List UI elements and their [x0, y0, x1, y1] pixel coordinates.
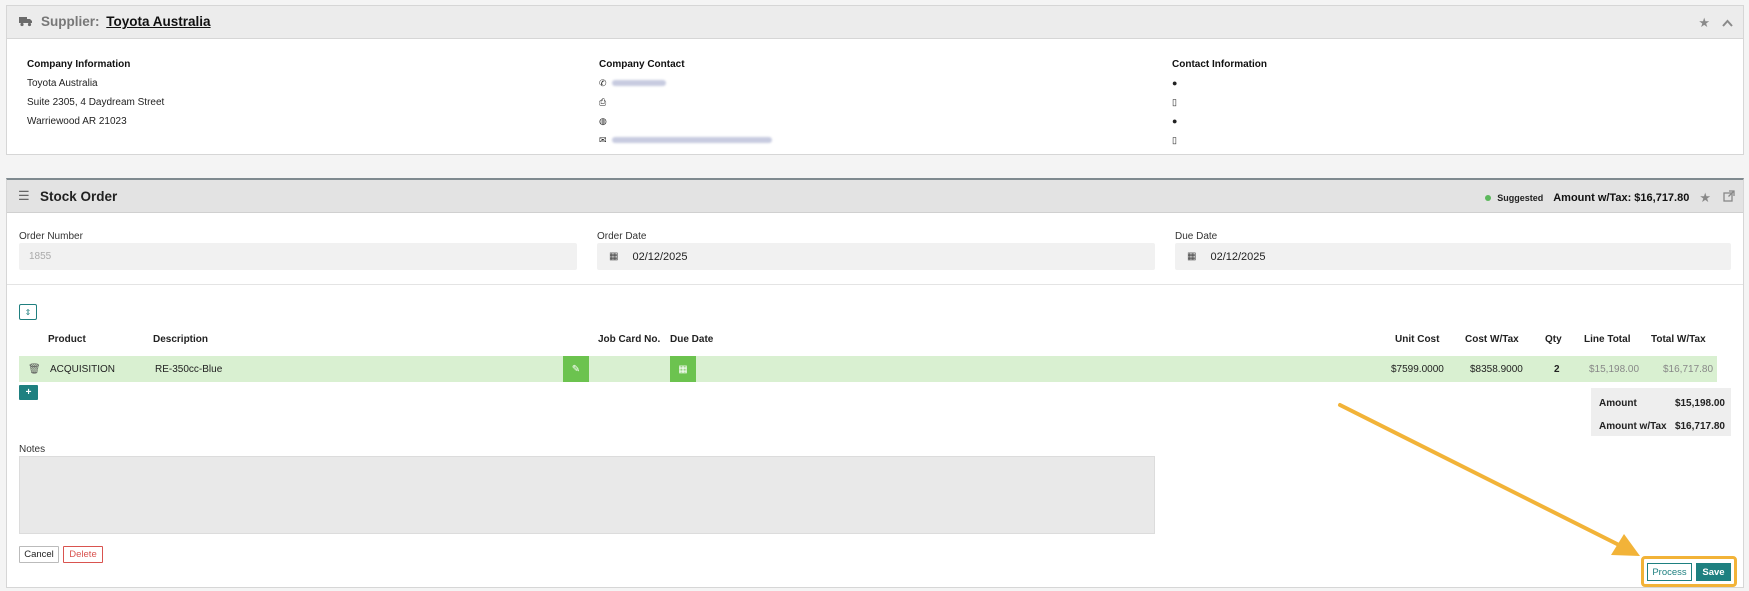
delete-button[interactable]: Delete: [63, 546, 103, 563]
col-total-tax: Total W/Tax: [1651, 334, 1706, 345]
totals-box: Amount $15,198.00 Amount w/Tax $16,717.8…: [1591, 388, 1731, 436]
row-qty: 2: [1554, 364, 1560, 375]
sort-icon: ⇕: [24, 307, 32, 317]
col-job-card: Job Card No.: [598, 334, 661, 345]
company-information: Company Information Toyota Australia Sui…: [27, 55, 164, 131]
edit-icon: ✎: [571, 364, 581, 375]
truck-icon: [19, 16, 33, 30]
order-date-label: Order Date: [597, 231, 647, 242]
process-button[interactable]: Process: [1647, 563, 1692, 581]
col-qty: Qty: [1545, 334, 1562, 345]
amount-tax-value: $16,717.80: [1674, 421, 1725, 432]
due-date-label: Due Date: [1175, 231, 1218, 242]
calendar-icon: ▦: [609, 251, 619, 262]
stock-order-panel: ☰ Stock Order Suggested Amount w/Tax: $1…: [6, 178, 1744, 588]
due-date-value: 02/12/2025: [1210, 250, 1266, 263]
supplier-panel: Supplier: Toyota Australia ★ Company Inf…: [6, 5, 1744, 155]
row-product: ACQUISITION: [50, 364, 116, 375]
company-info-heading: Company Information: [27, 59, 131, 70]
trash-icon[interactable]: 🗑: [28, 364, 41, 375]
status-text: Suggested: [1497, 193, 1544, 203]
printer-icon: ⎙: [599, 97, 607, 107]
mobile-icon: ▯: [1172, 135, 1177, 145]
col-unit-cost: Unit Cost: [1395, 334, 1440, 345]
col-description: Description: [153, 334, 209, 345]
list-icon: ☰: [18, 188, 30, 203]
company-address-line1: Suite 2305, 4 Daydream Street: [27, 97, 165, 108]
header-amount-tax: Amount w/Tax: $16,717.80: [1553, 192, 1690, 204]
notes-label: Notes: [19, 444, 46, 455]
sort-toggle-button[interactable]: ⇕: [19, 304, 37, 320]
table-row: 🗑 ACQUISITION RE-350cc-Blue ✎ ▦ $7599.00…: [19, 356, 1717, 382]
calendar-icon: ▦: [1187, 251, 1197, 262]
amount-value: $15,198.00: [1674, 398, 1725, 409]
user-icon: ●: [1172, 116, 1178, 126]
row-line-total: $15,198.00: [1589, 364, 1640, 375]
stock-order-header: ☰ Stock Order Suggested Amount w/Tax: $1…: [7, 180, 1743, 213]
company-contact: Company Contact ✆ ⎙ ◍ ✉: [599, 55, 772, 150]
stock-order-title: Stock Order: [40, 189, 118, 204]
col-product: Product: [48, 334, 86, 345]
notes-textarea[interactable]: [19, 456, 1155, 534]
supplier-name-link[interactable]: Toyota Australia: [106, 14, 210, 29]
status-dot-icon: [1485, 195, 1492, 201]
row-cost-tax: $8358.9000: [1470, 364, 1523, 375]
globe-icon: ◍: [599, 116, 607, 126]
supplier-label: Supplier:: [41, 14, 100, 29]
chevron-up-icon[interactable]: [1722, 15, 1733, 31]
row-unit-cost: $7599.0000: [1391, 364, 1444, 375]
envelope-icon: ✉: [599, 135, 607, 145]
user-icon: ●: [1172, 78, 1178, 88]
external-link-icon[interactable]: [1723, 190, 1735, 206]
due-date-picker-button[interactable]: ▦: [670, 356, 696, 382]
supplier-title: Supplier: Toyota Australia: [41, 14, 211, 29]
due-date-field[interactable]: ▦ 02/12/2025: [1175, 243, 1731, 270]
amount-label: Amount: [1599, 398, 1637, 409]
divider: [7, 284, 1743, 285]
contact-information: Contact Information ● ▯ ● ▯: [1172, 55, 1267, 150]
save-button[interactable]: Save: [1696, 563, 1731, 581]
status-badge: Suggested: [1485, 193, 1543, 203]
company-address-line2: Warriewood AR 21023: [27, 116, 127, 127]
star-icon[interactable]: ★: [1698, 15, 1710, 31]
calendar-icon: ▦: [678, 364, 688, 375]
plus-icon: +: [25, 387, 32, 398]
contact-info-heading: Contact Information: [1172, 59, 1267, 70]
email-redacted: [611, 137, 772, 144]
amount-tax-label: Amount w/Tax: [1599, 421, 1667, 432]
phone-redacted: [611, 80, 666, 87]
mobile-icon: ▯: [1172, 97, 1177, 107]
col-cost-tax: Cost W/Tax: [1465, 334, 1519, 345]
supplier-header: Supplier: Toyota Australia ★: [7, 6, 1743, 39]
phone-icon: ✆: [599, 78, 607, 88]
company-contact-heading: Company Contact: [599, 59, 685, 70]
star-icon[interactable]: ★: [1699, 190, 1711, 206]
col-due-date: Due Date: [670, 334, 714, 345]
order-date-value: 02/12/2025: [632, 250, 688, 263]
add-line-button[interactable]: +: [19, 385, 38, 400]
row-description: RE-350cc-Blue: [155, 364, 223, 375]
company-name: Toyota Australia: [27, 78, 98, 89]
cancel-button[interactable]: Cancel: [19, 546, 59, 563]
row-total-tax: $16,717.80: [1663, 364, 1714, 375]
order-date-field[interactable]: ▦ 02/12/2025: [597, 243, 1155, 270]
order-number-label: Order Number: [19, 231, 83, 242]
order-number-field: 1855: [19, 243, 577, 270]
col-line-total: Line Total: [1584, 334, 1631, 345]
edit-description-button[interactable]: ✎: [563, 356, 589, 382]
